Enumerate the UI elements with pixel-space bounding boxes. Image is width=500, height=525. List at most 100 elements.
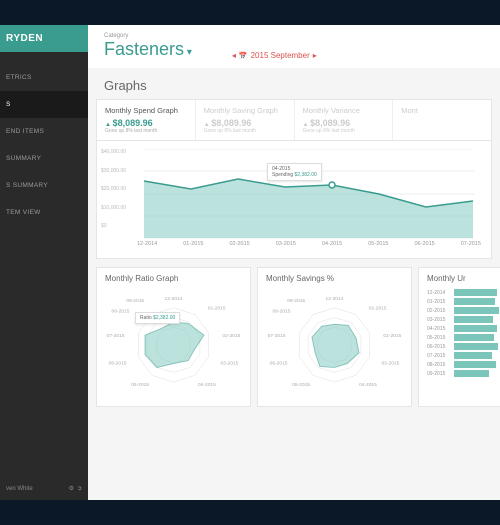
bar-label: 02-2015 <box>427 308 451 314</box>
svg-text:04-2015: 04-2015 <box>198 382 216 388</box>
bar <box>454 361 496 368</box>
tooltip-value: $2,382.00 <box>153 315 175 321</box>
x-tick: 12-2014 <box>137 241 157 247</box>
date-picker[interactable]: 2015 September <box>232 51 317 60</box>
bar <box>454 325 497 332</box>
bar-label: 04-2015 <box>427 326 451 332</box>
sidebar: RYDEN ETRICS S END ITEMS SUMMARY S SUMMA… <box>0 25 88 500</box>
tooltip-value: $2,382.00 <box>295 172 317 178</box>
card-title: Monthly Ur <box>427 274 499 283</box>
graph-tabs: Monthly Spend Graph $8,089.96 Gone up 8%… <box>96 99 492 141</box>
bar-label: 09-2015 <box>427 371 451 377</box>
tab-sub: Gone up 8% last month <box>204 128 286 134</box>
nav-item-item-view[interactable]: TEM VIEW <box>0 199 88 226</box>
logout-icon[interactable]: ➲ <box>77 485 82 492</box>
svg-text:03-2015: 03-2015 <box>381 361 399 367</box>
svg-text:08-2015: 08-2015 <box>112 309 130 315</box>
y-tick: $0 <box>101 223 126 229</box>
svg-text:08-2015: 08-2015 <box>273 309 291 315</box>
category-value: Fasteners <box>104 39 192 60</box>
user-name: ven White <box>6 486 33 492</box>
nav-item-graphs[interactable]: S <box>0 91 88 118</box>
x-tick: 01-2015 <box>183 241 203 247</box>
tab-more[interactable]: Mont <box>393 100 491 140</box>
bar-label: 01-2015 <box>427 299 451 305</box>
x-tick: 07-2015 <box>461 241 481 247</box>
x-tick: 06-2015 <box>415 241 435 247</box>
bar-row: 06-2015 <box>427 343 499 350</box>
y-tick: $20,000.00 <box>101 186 126 192</box>
category-select[interactable]: Category Fasteners <box>104 33 192 60</box>
tab-title: Monthly Variance <box>303 106 385 115</box>
small-charts: Monthly Ratio Graph 12-2014 01-2015 02-2… <box>96 267 492 407</box>
bar <box>454 307 499 314</box>
svg-text:02-2015: 02-2015 <box>383 333 401 339</box>
svg-text:01-2015: 01-2015 <box>369 306 387 312</box>
bar <box>454 343 498 350</box>
x-axis: 12-2014 01-2015 02-2015 03-2015 04-2015 … <box>107 241 481 247</box>
gear-icon[interactable]: ⚙ <box>69 485 74 492</box>
bar <box>454 316 493 323</box>
card-title: Monthly Savings % <box>266 274 403 283</box>
x-tick: 02-2015 <box>230 241 250 247</box>
svg-text:12-2014: 12-2014 <box>165 296 183 302</box>
card-title: Monthly Ratio Graph <box>105 274 242 283</box>
bar-row: 07-2015 <box>427 352 499 359</box>
tab-saving[interactable]: Monthly Saving Graph $8,089.96 Gone up 8… <box>196 100 295 140</box>
bars-card: Monthly Ur 12-2014 01-2015 02-2015 03-2015 0… <box>418 267 500 407</box>
nav-item-metrics[interactable]: ETRICS <box>0 64 88 91</box>
tab-title: Monthly Spend Graph <box>105 106 187 115</box>
svg-text:05-2015: 05-2015 <box>131 382 149 388</box>
bar <box>454 370 489 377</box>
bar-row: 12-2014 <box>427 289 499 296</box>
ratio-card: Monthly Ratio Graph 12-2014 01-2015 02-2… <box>96 267 251 407</box>
svg-text:01-2015: 01-2015 <box>208 306 226 312</box>
bar <box>454 334 494 341</box>
tab-value: $8,089.96 <box>303 118 385 128</box>
x-tick: 03-2015 <box>276 241 296 247</box>
tooltip-label: Spending <box>272 172 293 178</box>
bar-row: 05-2015 <box>427 334 499 341</box>
bar-label: 03-2015 <box>427 317 451 323</box>
bar-row: 02-2015 <box>427 307 499 314</box>
tooltip-label: Ratio <box>140 315 152 321</box>
x-tick: 05-2015 <box>368 241 388 247</box>
brand-logo: RYDEN <box>0 25 88 52</box>
header: Category Fasteners 2015 September <box>88 25 500 68</box>
bar-row: 04-2015 <box>427 325 499 332</box>
tab-value: $8,089.96 <box>105 118 187 128</box>
svg-text:03-2015: 03-2015 <box>220 361 238 367</box>
x-tick: 04-2015 <box>322 241 342 247</box>
svg-text:12-2014: 12-2014 <box>326 296 344 302</box>
bar-row: 09-2015 <box>427 370 499 377</box>
nav-item-summary[interactable]: SUMMARY <box>0 145 88 172</box>
bar-label: 07-2015 <box>427 353 451 359</box>
tab-value: $8,089.96 <box>204 118 286 128</box>
radar-tooltip: Ratio $2,382.00 <box>135 312 180 324</box>
nav-item-s-summary[interactable]: S SUMMARY <box>0 172 88 199</box>
tab-variance[interactable]: Monthly Variance $8,089.96 Gone up 8% la… <box>295 100 394 140</box>
bar-row: 08-2015 <box>427 361 499 368</box>
svg-text:04-2015: 04-2015 <box>359 382 377 388</box>
bar-label: 08-2015 <box>427 362 451 368</box>
nav-item-spend[interactable]: END ITEMS <box>0 118 88 145</box>
tab-spend[interactable]: Monthly Spend Graph $8,089.96 Gone up 8%… <box>97 100 196 140</box>
bar-row: 01-2015 <box>427 298 499 305</box>
bar-label: 06-2015 <box>427 344 451 350</box>
bar-label: 05-2015 <box>427 335 451 341</box>
svg-text:02-2015: 02-2015 <box>222 333 240 339</box>
svg-text:06-2015: 06-2015 <box>270 361 288 367</box>
calendar-icon <box>239 51 248 60</box>
main-chart: $40,000.00 $30,000.00 $20,000.00 $10,000… <box>96 141 492 259</box>
nav: ETRICS S END ITEMS SUMMARY S SUMMARY TEM… <box>0 52 88 477</box>
tab-sub: Gone up 8% last month <box>303 128 385 134</box>
bar <box>454 289 497 296</box>
date-value: 2015 September <box>251 51 310 60</box>
bar-row: 03-2015 <box>427 316 499 323</box>
tab-title: Monthly Saving Graph <box>204 106 286 115</box>
svg-text:07-2015: 07-2015 <box>268 333 286 339</box>
bar-chart: 12-2014 01-2015 02-2015 03-2015 04-2015 05-20… <box>427 287 499 377</box>
radar-chart-1: 12-2014 01-2015 02-2015 03-2015 04-2015 … <box>105 287 242 397</box>
y-tick: $30,000.00 <box>101 168 126 174</box>
main: Category Fasteners 2015 September Graphs… <box>88 25 500 500</box>
